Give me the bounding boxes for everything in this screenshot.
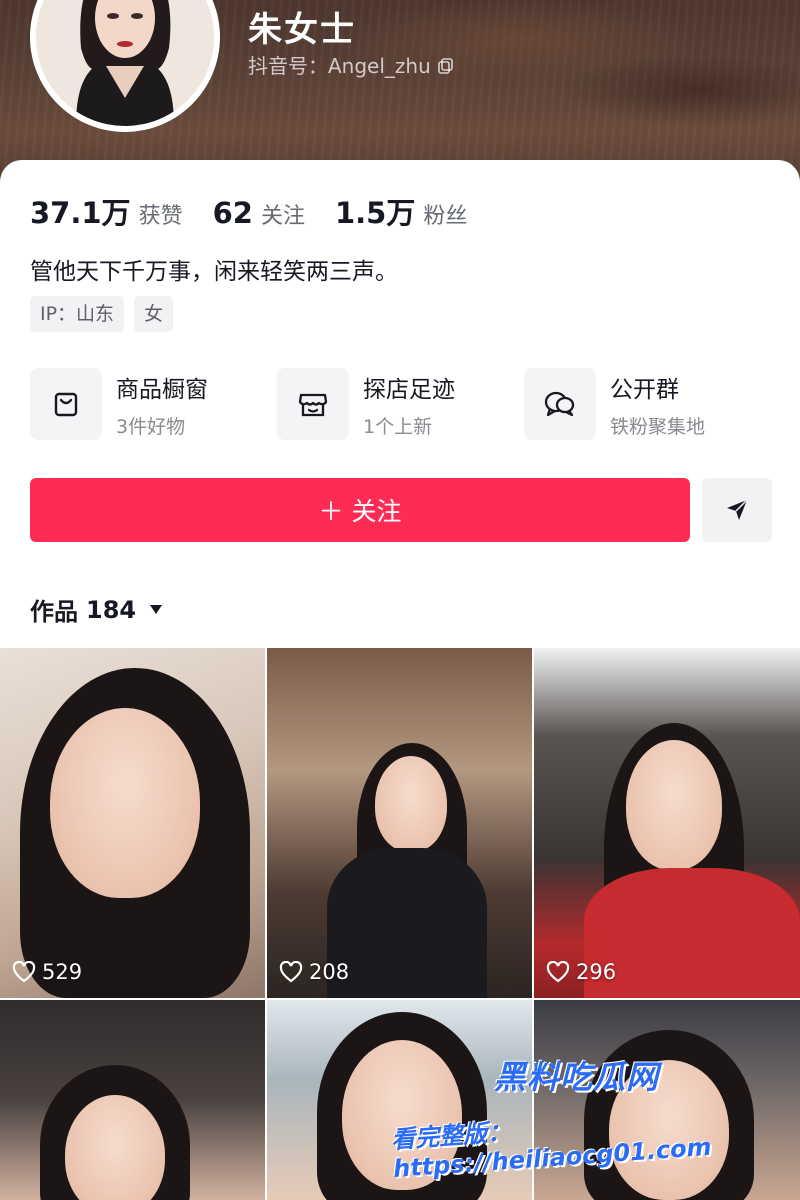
stat-likes[interactable]: 37.1万 获赞 (30, 190, 183, 232)
service-public-group[interactable]: 公开群 铁粉聚集地 (524, 368, 771, 440)
nickname: 朱女士 (248, 10, 356, 50)
video-thumbnail[interactable]: 208 (267, 648, 532, 998)
video-thumbnail[interactable] (0, 1000, 265, 1200)
stat-following[interactable]: 62 关注 (213, 196, 305, 230)
service-row: 商品橱窗 3件好物 探店足迹 1个上新 公开群 铁粉聚集地 (30, 368, 780, 440)
like-count: 529 (12, 960, 82, 984)
heart-icon (279, 961, 303, 983)
heart-icon (546, 961, 570, 983)
heart-icon (12, 961, 36, 983)
service-title: 公开群 (610, 376, 679, 403)
douyin-id-text: 抖音号：Angel_zhu (248, 54, 431, 78)
avatar-image (36, 0, 214, 126)
service-subtitle: 1个上新 (363, 415, 433, 438)
stat-number: 1.5万 (334, 196, 416, 230)
watermark-brand: 黑料吃瓜网 (494, 1058, 660, 1096)
gender-tag: 女 (134, 296, 174, 332)
follow-button[interactable]: ＋ 关注 (30, 478, 690, 542)
video-thumbnail[interactable]: 296 (534, 648, 800, 998)
service-subtitle: 铁粉聚集地 (610, 415, 706, 438)
service-subtitle: 3件好物 (116, 415, 186, 438)
send-icon (727, 499, 748, 520)
douyin-id[interactable]: 抖音号：Angel_zhu (248, 50, 455, 79)
ip-tag: IP：山东 (30, 296, 125, 332)
store-icon (277, 368, 349, 440)
caret-down-icon (150, 605, 163, 614)
stat-label: 关注 (260, 204, 305, 229)
share-button[interactable] (702, 478, 772, 542)
shopping-bag-icon (30, 368, 102, 440)
like-count: 208 (279, 960, 349, 984)
stat-label: 粉丝 (423, 204, 468, 229)
chat-bubbles-icon (524, 368, 596, 440)
like-count: 296 (546, 960, 616, 984)
stats-row: 37.1万 获赞 62 关注 1.5万 粉丝 (30, 190, 467, 232)
stat-number: 37.1万 (30, 196, 131, 230)
service-store-visits[interactable]: 探店足迹 1个上新 (277, 368, 524, 440)
works-count: 184 (86, 595, 137, 624)
works-tab[interactable]: 作品 184 (30, 592, 163, 627)
tag-list: IP：山东 女 (30, 296, 174, 332)
works-label: 作品 (30, 598, 78, 626)
stat-label: 获赞 (138, 204, 183, 229)
bio: 管他天下千万事，闲来轻笑两三声。 (30, 259, 398, 285)
action-row: ＋ 关注 (30, 478, 772, 542)
service-title: 探店足迹 (363, 376, 455, 403)
copy-icon[interactable] (437, 56, 455, 74)
video-thumbnail[interactable]: 529 (0, 648, 265, 998)
profile-card: 37.1万 获赞 62 关注 1.5万 粉丝 管他天下千万事，闲来轻笑两三声。 … (0, 160, 800, 1200)
service-title: 商品橱窗 (116, 376, 208, 403)
service-shop-window[interactable]: 商品橱窗 3件好物 (30, 368, 277, 440)
stat-number: 62 (212, 196, 253, 230)
stat-followers[interactable]: 1.5万 粉丝 (335, 190, 467, 232)
